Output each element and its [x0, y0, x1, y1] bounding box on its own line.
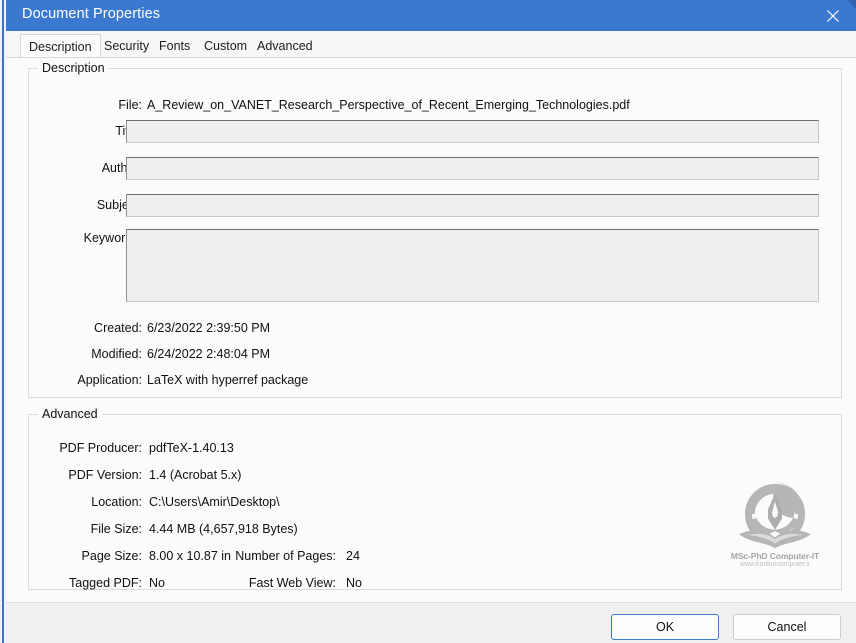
dialog-footer: OK Cancel [6, 602, 856, 643]
tab-content-description: Description File: A_Review_on_VANET_Rese… [6, 57, 856, 602]
modified-value: 6/24/2022 2:48:04 PM [147, 347, 271, 361]
created-value: 6/23/2022 2:39:50 PM [147, 321, 271, 335]
document-properties-dialog: Document Properties Description Security… [6, 0, 856, 643]
watermark-caption: MSc-PhD Computer-IT [730, 551, 820, 561]
file-size-value: 4.44 MB (4,657,918 Bytes) [149, 522, 298, 536]
keywords-input[interactable] [126, 229, 819, 302]
fast-web-view-value: No [346, 576, 362, 590]
description-group: Description File: A_Review_on_VANET_Rese… [28, 61, 842, 398]
ok-button[interactable]: OK [611, 614, 719, 640]
application-value: LaTeX with hyperref package [147, 373, 309, 387]
pen-nib-book-logo-icon [739, 482, 811, 549]
file-label: File: [118, 98, 142, 112]
watermark-url: www.konkurcomputer.ir [739, 561, 811, 568]
tagged-pdf-value: No [149, 576, 165, 590]
cancel-button[interactable]: Cancel [733, 614, 841, 640]
window-title: Document Properties [22, 6, 161, 22]
tab-fonts[interactable]: Fonts [151, 35, 198, 58]
title-bar: Document Properties [6, 0, 856, 31]
tab-description[interactable]: Description [20, 34, 101, 59]
advanced-group-legend: Advanced [38, 407, 102, 421]
tab-advanced[interactable]: Advanced [249, 35, 321, 58]
pdf-producer-label: PDF Producer: [59, 441, 142, 455]
pdf-version-value: 1.4 (Acrobat 5.x) [149, 468, 242, 482]
author-input[interactable] [126, 157, 819, 180]
page-size-label: Page Size: [81, 549, 142, 563]
title-input[interactable] [126, 120, 819, 143]
location-value: C:\Users\Amir\Desktop\ [149, 495, 280, 509]
tab-custom[interactable]: Custom [196, 35, 255, 58]
number-of-pages-label: Number of Pages: [235, 549, 336, 563]
file-value: A_Review_on_VANET_Research_Perspective_o… [147, 98, 630, 112]
description-group-legend: Description [38, 61, 109, 75]
modified-label: Modified: [91, 347, 142, 361]
fast-web-view-label: Fast Web View: [248, 576, 336, 590]
created-label: Created: [94, 321, 142, 335]
watermark-logo: MSc-PhD Computer-IT www.konkurcomputer.i… [712, 478, 838, 588]
tab-strip: Description Security Fonts Custom Advanc… [6, 31, 856, 59]
tab-security[interactable]: Security [96, 35, 157, 58]
subject-input[interactable] [126, 194, 819, 217]
application-label: Application: [77, 373, 142, 387]
close-x-icon [827, 10, 839, 22]
file-size-label: File Size: [90, 522, 142, 536]
number-of-pages-value: 24 [346, 549, 360, 563]
pdf-producer-value: pdfTeX-1.40.13 [149, 441, 234, 455]
location-label: Location: [91, 495, 142, 509]
tagged-pdf-label: Tagged PDF: [69, 576, 142, 590]
pdf-version-label: PDF Version: [68, 468, 142, 482]
background-window-accent-rail [2, 0, 4, 643]
close-button[interactable] [810, 0, 856, 31]
